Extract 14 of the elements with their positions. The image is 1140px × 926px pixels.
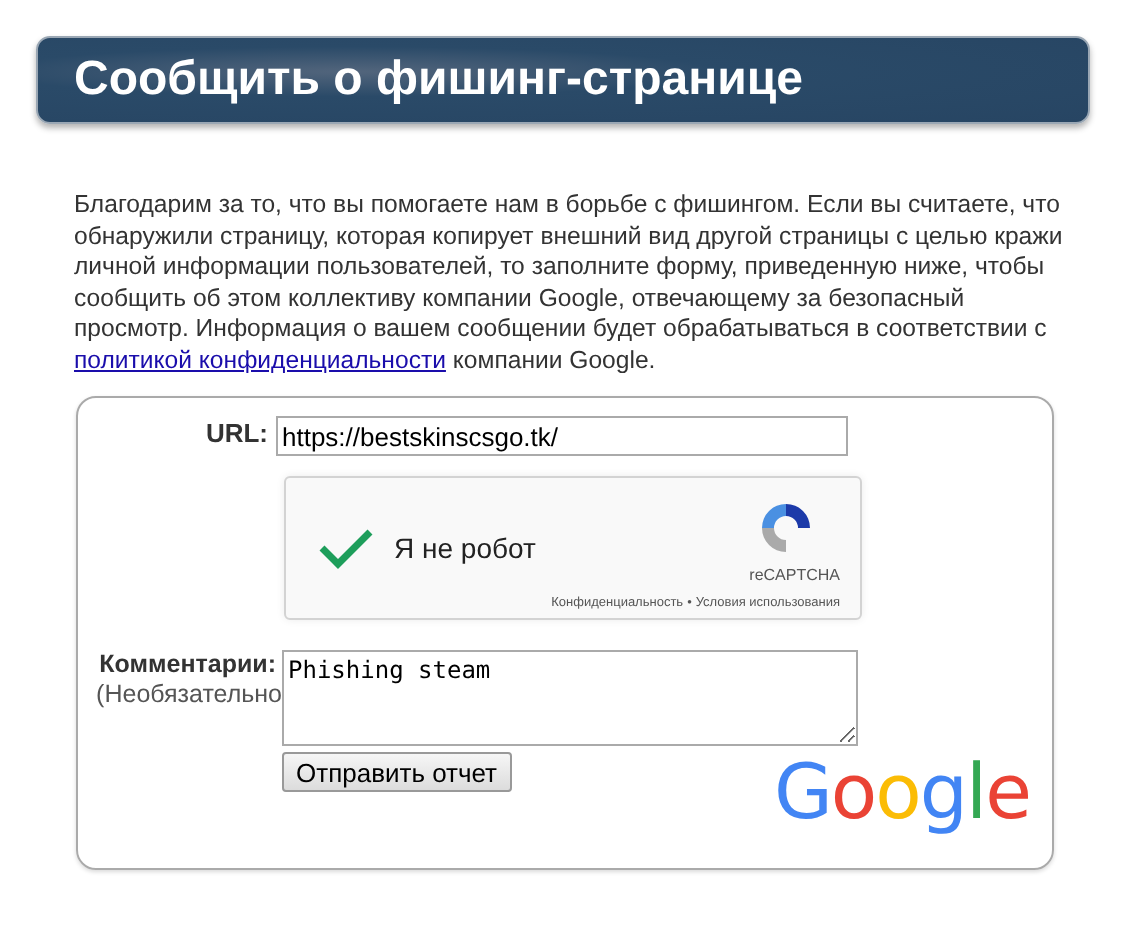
optional-hint: (Необязательно [96,680,282,710]
page-title: Сообщить о фишинг-странице [74,56,803,104]
comment-textarea[interactable]: Phishing steam [282,650,858,746]
captcha-label: Я не робот [394,529,536,568]
recaptcha-logo-icon [756,498,816,558]
intro-paragraph: Благодарим за то, что вы помогаете нам в борьбе с фишингом. Если вы считаете, что обнаружили страницу, которая копирует внешний вид другой страницы с целью кражи личной информации пользователей, то заполните форму, приведенную ниже, чтобы сообщить об этом коллективу компании Google, отвечающему за безопасный просмотр. Информация о вашем сообщении будет обрабатываться в соответствии с политикой конфиденциальности компании Google. [74,190,1065,376]
checkmark-icon[interactable] [318,526,374,570]
url-input[interactable]: https://bestskinscsgo.tk/ [276,416,848,456]
comment-label: Комментарии: [99,650,278,680]
url-label: URL: [205,416,268,452]
recaptcha-brand: reCAPTCHA [749,564,840,588]
google-logo: Google [773,754,1030,830]
privacy-policy-link[interactable]: политикой конфиденциальности [74,345,446,373]
submit-button[interactable]: Отправить отчет [282,752,511,792]
